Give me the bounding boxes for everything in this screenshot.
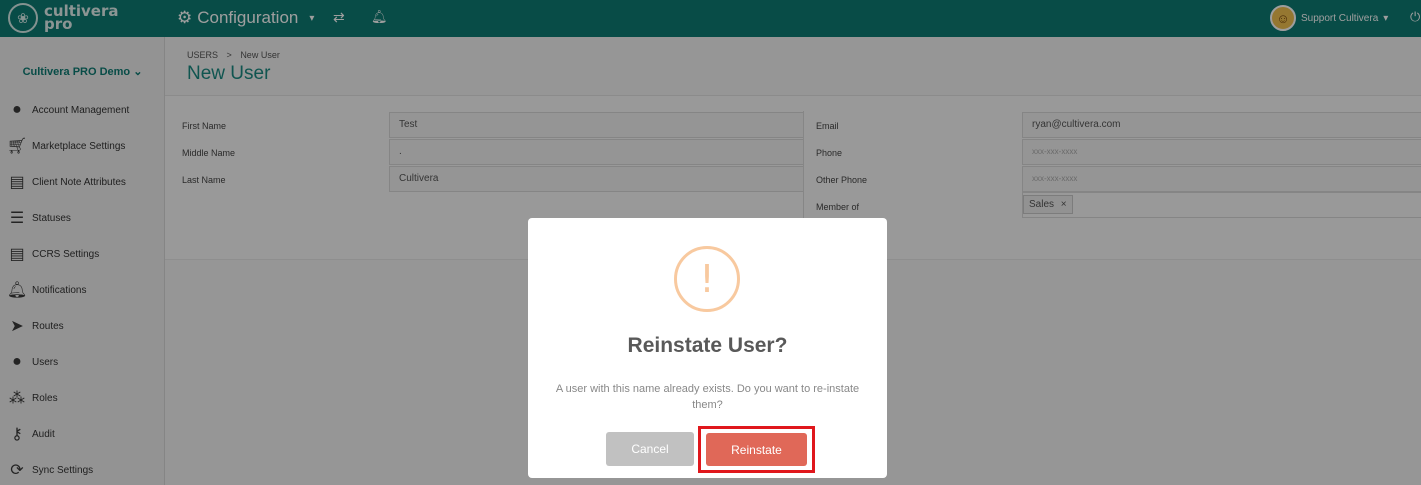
dialog-message: A user with this name already exists. Do… xyxy=(555,383,860,411)
cancel-button[interactable]: Cancel xyxy=(606,432,694,466)
reinstate-user-dialog: ! Reinstate User? A user with this name … xyxy=(528,218,887,478)
reinstate-button[interactable]: Reinstate xyxy=(706,433,807,466)
dialog-title: Reinstate User? xyxy=(627,334,788,357)
reinstate-highlight-box: Reinstate xyxy=(698,426,815,473)
warning-icon: ! xyxy=(674,246,740,312)
